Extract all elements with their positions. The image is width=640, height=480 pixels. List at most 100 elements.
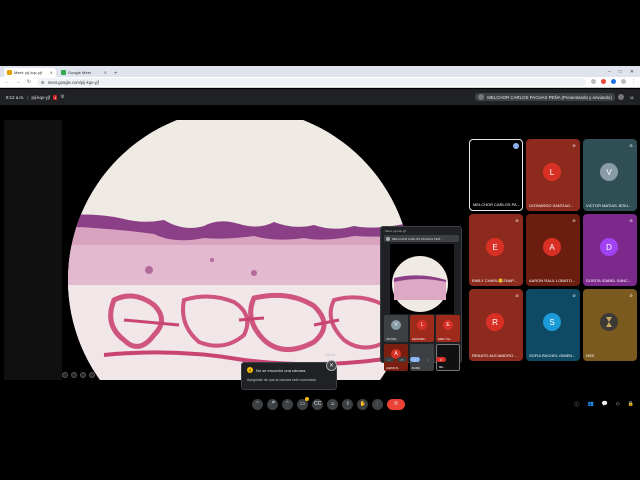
close-tooltip: Cerrar (325, 353, 335, 357)
presenter-chip[interactable]: MELCHOR CARLOS PACHAS PEÑA (Presentando … (475, 93, 615, 101)
pip-tile[interactable]: V VICTOR... (384, 315, 408, 342)
toast-title: No se encontró una cámara (256, 367, 306, 373)
recording-badge: 1 (53, 94, 58, 100)
emoji-button[interactable]: ☺ (327, 398, 339, 410)
zoom-control-icon[interactable] (71, 372, 77, 378)
separator: | (27, 94, 29, 100)
minimize-button[interactable]: – (608, 69, 611, 75)
more-options-button[interactable]: ⋮ (372, 398, 384, 410)
speaking-icon: ⋯ (513, 143, 519, 149)
pip-tile[interactable]: E EMILY CH... (436, 315, 460, 342)
participant-name: MELCHOR CARLOS PA... (473, 202, 521, 207)
avatar: V (600, 163, 618, 181)
browser-tab-google-meet[interactable]: Google Meet ✕ (58, 68, 110, 77)
mic-icon[interactable]: ♪ (384, 357, 394, 362)
settings-icon[interactable]: ⚙ (60, 94, 64, 100)
meeting-toolbar: ⌃ 🎤 ⌃ ▭ CC ☺ ⇪ ✋ ⋮ ✆ ⓘ 👥 💬 ◇ 🔒 (0, 396, 640, 412)
reload-icon[interactable]: ↻ (26, 79, 32, 85)
mic-off-icon: ⊘ (572, 142, 576, 148)
raise-hand-button[interactable]: ✋ (357, 398, 369, 410)
url-text: meet.google.com/pij-kqv-yjf (47, 79, 99, 85)
side-panel-controls: ⓘ 👥 💬 ◇ 🔒 (574, 396, 634, 412)
back-icon[interactable]: ← (4, 79, 10, 85)
mic-button[interactable]: 🎤 (267, 398, 278, 410)
site-info-icon[interactable]: ⚙ (41, 80, 45, 85)
screenshot: Meet: pij-kqv-yjf ✕ Google Meet ✕ + – □ … (0, 0, 640, 480)
close-icon[interactable]: ✕ (104, 70, 107, 75)
participant-tile[interactable]: R ⊘ RENATO ALEJANDRO ... (469, 289, 523, 361)
extension-icon[interactable] (611, 79, 616, 84)
participant-tile[interactable]: E ⊘ EMILY CHARL🙂ZNAP... (469, 214, 523, 286)
profile-avatar-icon[interactable] (621, 79, 626, 84)
warning-icon: ! (247, 367, 253, 373)
participant-tile[interactable]: ⋯ MELCHOR CARLOS PA... (469, 139, 523, 211)
participant-tile[interactable]: S ⊘ SOFIA RACHEL GIMEN... (526, 289, 580, 361)
close-icon[interactable]: ✕ (50, 70, 53, 75)
activities-icon[interactable]: ◇ (616, 401, 620, 407)
hangup-button[interactable]: ✆ (387, 398, 406, 410)
more-icon[interactable]: ⋮ (423, 357, 433, 362)
participant-name: NSS (586, 353, 595, 358)
present-button[interactable]: ⇪ (342, 398, 354, 410)
pip-tile-name: B-NSS (412, 367, 420, 370)
present-icon[interactable]: ⇪ (410, 357, 420, 362)
participant-tile[interactable]: A ⊘ AARON RAUL LOBATO... (526, 214, 580, 286)
tab-title: Meet: pij-kqv-yjf (14, 70, 43, 75)
avatar: E (486, 238, 504, 256)
participant-name: RENATO ALEJANDRO ... (472, 353, 518, 358)
camera-icon: ▭ (300, 401, 305, 407)
participant-name: EMILY CHARL🙂ZNAP... (472, 278, 517, 283)
mic-off-icon: ⊘ (572, 217, 576, 223)
camera-warning-toast: ! No se encontró una cámara Asegúrate de… (241, 362, 337, 390)
meet-favicon-icon (61, 70, 66, 75)
participant-tile[interactable]: L ⊘ LEONARDO SANTIAG... (526, 139, 580, 211)
pip-tile-name: ME... (439, 366, 446, 369)
mic-options-icon[interactable]: ⌃ (252, 398, 263, 410)
mic-off-icon: ⊘ (629, 292, 633, 298)
tab-title: Google Meet (68, 70, 91, 75)
participant-grid: ⋯ MELCHOR CARLOS PA... L ⊘ LEONARDO SANTIAG.… (469, 139, 637, 361)
pip-tile[interactable]: L LEONARD... (410, 315, 434, 342)
avatar: A (543, 238, 561, 256)
participant-name: SOFIA RACHEL GIMEN... (529, 353, 576, 358)
avatar: E (443, 320, 453, 330)
extension-icon[interactable] (591, 79, 596, 84)
browser-tab-meet[interactable]: Meet: pij-kqv-yjf ✕ (4, 68, 56, 77)
zoom-control-icon[interactable] (89, 372, 95, 378)
presenter-label: MELCHOR CARLOS PACHAS PEÑA (Presentando … (487, 94, 612, 100)
browser-tab-bar: Meet: pij-kqv-yjf ✕ Google Meet ✕ + – □ … (0, 66, 640, 77)
camera-button[interactable]: ▭ (297, 396, 309, 410)
hangup-icon[interactable]: ✆ (436, 357, 446, 362)
window-close-button[interactable]: ✕ (630, 69, 634, 75)
avatar: V (391, 320, 401, 330)
zoom-control-icon[interactable] (80, 372, 86, 378)
participant-tile[interactable]: V ⊘ VICTOR MATIAS JESU... (583, 139, 637, 211)
people-icon[interactable]: 👥 (587, 401, 593, 407)
chat-icon[interactable]: 💬 (602, 401, 608, 407)
meeting-code: pij-kqv-yjf (31, 94, 50, 100)
camera-icon[interactable]: ▭ (397, 357, 407, 362)
avatar: D (600, 238, 618, 256)
extension-icon[interactable] (601, 79, 606, 84)
address-bar[interactable]: ⚙ meet.google.com/pij-kqv-yjf (37, 78, 586, 86)
pip-participant-grid: V VICTOR... L LEONARD... E EMILY CH... A… (384, 315, 460, 371)
warning-icon (305, 396, 309, 401)
captions-button[interactable]: CC (312, 398, 324, 410)
zoom-control-icon[interactable] (62, 372, 68, 378)
close-icon[interactable]: ✕ (326, 360, 337, 371)
floating-meet-window[interactable]: Meet: pij-kqv-yjf MELCHOR CARLOS PACHAS … (380, 226, 462, 371)
browser-menu-icon[interactable]: ⋮ (631, 79, 636, 85)
participant-tile[interactable]: D ⊘ DORITA ISABEL SANC... (583, 214, 637, 286)
browser-toolbar: ← → ↻ ⚙ meet.google.com/pij-kqv-yjf ⋮ (0, 77, 640, 88)
host-controls-icon[interactable]: 🔒 (628, 401, 634, 407)
participant-tile[interactable]: ⊘ NSS (583, 289, 637, 361)
pip-tile-name: EMILY CH... (438, 338, 453, 341)
pip-presenter-bar: MELCHOR CARLOS PACHAS PEÑ... (384, 235, 459, 242)
pip-title: Meet: pij-kqv-yjf (385, 229, 407, 233)
people-icon[interactable] (617, 94, 624, 100)
pip-tile-name: LEONARD... (412, 338, 427, 341)
forward-icon[interactable]: → (15, 79, 21, 85)
maximize-button[interactable]: □ (619, 69, 622, 75)
camera-options-icon[interactable]: ⌃ (282, 398, 293, 410)
info-icon[interactable]: ⓘ (574, 401, 579, 408)
